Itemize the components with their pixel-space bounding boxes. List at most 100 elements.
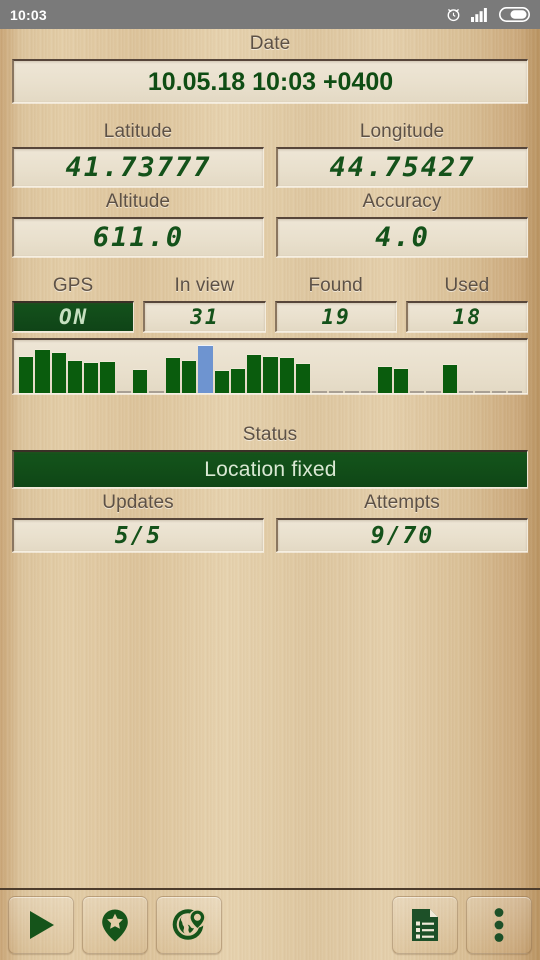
satellite-bar-slot bbox=[51, 343, 67, 393]
satellite-bar bbox=[165, 357, 180, 393]
found-label: Found bbox=[308, 275, 363, 296]
found-field: 19 bbox=[274, 301, 397, 332]
used-label: Used bbox=[444, 275, 490, 296]
updates-value: 5/5 bbox=[114, 523, 163, 549]
satellite-bar bbox=[263, 356, 278, 393]
satellite-bar-slot bbox=[83, 343, 99, 393]
satellite-bar bbox=[181, 360, 197, 393]
satellite-bar-slot bbox=[279, 343, 295, 393]
satellite-bar bbox=[491, 391, 506, 393]
satellite-bar-slot bbox=[197, 343, 213, 393]
play-icon bbox=[23, 907, 59, 943]
date-field: 10.05.18 10:03 +0400 bbox=[12, 59, 528, 103]
satellite-bar-slot bbox=[393, 343, 409, 393]
satellite-bar bbox=[100, 361, 115, 393]
satellite-bar bbox=[230, 368, 246, 393]
status-field: Location fixed bbox=[12, 450, 528, 488]
battery-icon bbox=[499, 7, 530, 22]
coordinates-values-row: 41.73777 44.75427 bbox=[12, 147, 528, 187]
coordinates-labels-row: Latitude Longitude bbox=[12, 117, 528, 147]
satellite-bar bbox=[426, 391, 441, 393]
satellite-bar-slot bbox=[181, 343, 197, 393]
attempts-label: Attempts bbox=[364, 492, 440, 513]
favorite-place-button[interactable] bbox=[82, 896, 148, 954]
gps-label: GPS bbox=[52, 275, 94, 296]
status-bar-clock: 10:03 bbox=[10, 6, 47, 23]
latitude-field: 41.73777 bbox=[12, 147, 264, 187]
map-button[interactable] bbox=[156, 896, 222, 954]
satellite-bar bbox=[35, 349, 50, 393]
satellite-bar bbox=[410, 391, 425, 393]
altitude-value: 611.0 bbox=[92, 222, 185, 253]
document-list-icon bbox=[408, 907, 442, 943]
satellite-bar-slot bbox=[34, 343, 50, 393]
satellite-bar bbox=[344, 391, 360, 393]
system-status-bar: 10:03 bbox=[0, 0, 540, 29]
satellite-bar bbox=[214, 370, 229, 393]
satellite-bar-slot bbox=[311, 343, 327, 393]
altitude-accuracy-labels-row: Altitude Accuracy bbox=[12, 187, 528, 217]
in-view-label: In view bbox=[174, 275, 235, 296]
satellite-bar bbox=[377, 366, 392, 393]
satellite-bar bbox=[247, 354, 262, 393]
satellite-bar bbox=[19, 356, 34, 393]
used-field: 18 bbox=[405, 301, 528, 332]
satellite-bar-slot bbox=[425, 343, 441, 393]
satellite-bar-slot bbox=[507, 343, 523, 393]
satellite-signal-chart bbox=[12, 338, 528, 394]
satellite-bar-slot bbox=[246, 343, 262, 393]
log-button[interactable] bbox=[392, 896, 458, 954]
more-vertical-icon bbox=[493, 907, 505, 943]
altitude-field: 611.0 bbox=[12, 217, 264, 257]
globe-pin-icon bbox=[170, 906, 208, 944]
satellite-bar bbox=[328, 391, 343, 393]
altitude-label: Altitude bbox=[105, 191, 171, 212]
satellite-bar bbox=[475, 391, 490, 393]
gps-status-panel: Date 10.05.18 10:03 +0400 Latitude Longi… bbox=[0, 29, 540, 552]
satellite-bar bbox=[507, 391, 523, 393]
satellite-bar-slot bbox=[474, 343, 490, 393]
satellite-bar-slot bbox=[491, 343, 507, 393]
latitude-value: 41.73777 bbox=[65, 152, 212, 183]
satellite-bar bbox=[296, 363, 311, 393]
satellite-bar bbox=[133, 369, 148, 393]
attempts-field: 9/70 bbox=[276, 518, 528, 552]
used-value: 18 bbox=[452, 305, 483, 329]
altitude-accuracy-values-row: 611.0 4.0 bbox=[12, 217, 528, 257]
bottom-toolbar bbox=[0, 888, 540, 960]
satellite-bar-slot bbox=[377, 343, 393, 393]
satellite-bar-slot bbox=[262, 343, 278, 393]
satellite-bar-slot bbox=[230, 343, 246, 393]
satellite-bar bbox=[116, 391, 132, 393]
satellite-bar-slot bbox=[458, 343, 474, 393]
satellite-bar-slot bbox=[214, 343, 230, 393]
in-view-value: 31 bbox=[190, 305, 220, 329]
date-value: 10.05.18 10:03 +0400 bbox=[147, 68, 394, 96]
start-button[interactable] bbox=[8, 896, 74, 954]
satellite-bar bbox=[67, 360, 83, 393]
signal-icon bbox=[471, 7, 490, 22]
satellite-bar bbox=[279, 357, 295, 393]
satellite-bar-slot bbox=[165, 343, 181, 393]
status-label: Status bbox=[242, 424, 298, 445]
gps-state-field: ON bbox=[12, 301, 135, 332]
updates-field: 5/5 bbox=[12, 518, 264, 552]
satellite-bar-slot bbox=[442, 343, 458, 393]
gps-state-value: ON bbox=[58, 305, 89, 329]
updates-attempts-labels-row: Updates Attempts bbox=[12, 488, 528, 518]
longitude-field: 44.75427 bbox=[276, 147, 528, 187]
satellite-bar bbox=[149, 391, 164, 393]
satellite-bar-slot bbox=[148, 343, 164, 393]
accuracy-label: Accuracy bbox=[362, 191, 442, 212]
satellite-bar-slot bbox=[116, 343, 132, 393]
status-value: Location fixed bbox=[204, 458, 337, 481]
alarm-icon bbox=[445, 6, 462, 23]
updates-label: Updates bbox=[102, 492, 174, 513]
satellite-bar bbox=[361, 391, 376, 393]
satellite-bar bbox=[312, 391, 327, 393]
satellite-bar-slot bbox=[328, 343, 344, 393]
satellite-bar-slot bbox=[99, 343, 115, 393]
overflow-menu-button[interactable] bbox=[466, 896, 532, 954]
satellite-bar-slot bbox=[67, 343, 83, 393]
latitude-label: Latitude bbox=[103, 121, 173, 142]
